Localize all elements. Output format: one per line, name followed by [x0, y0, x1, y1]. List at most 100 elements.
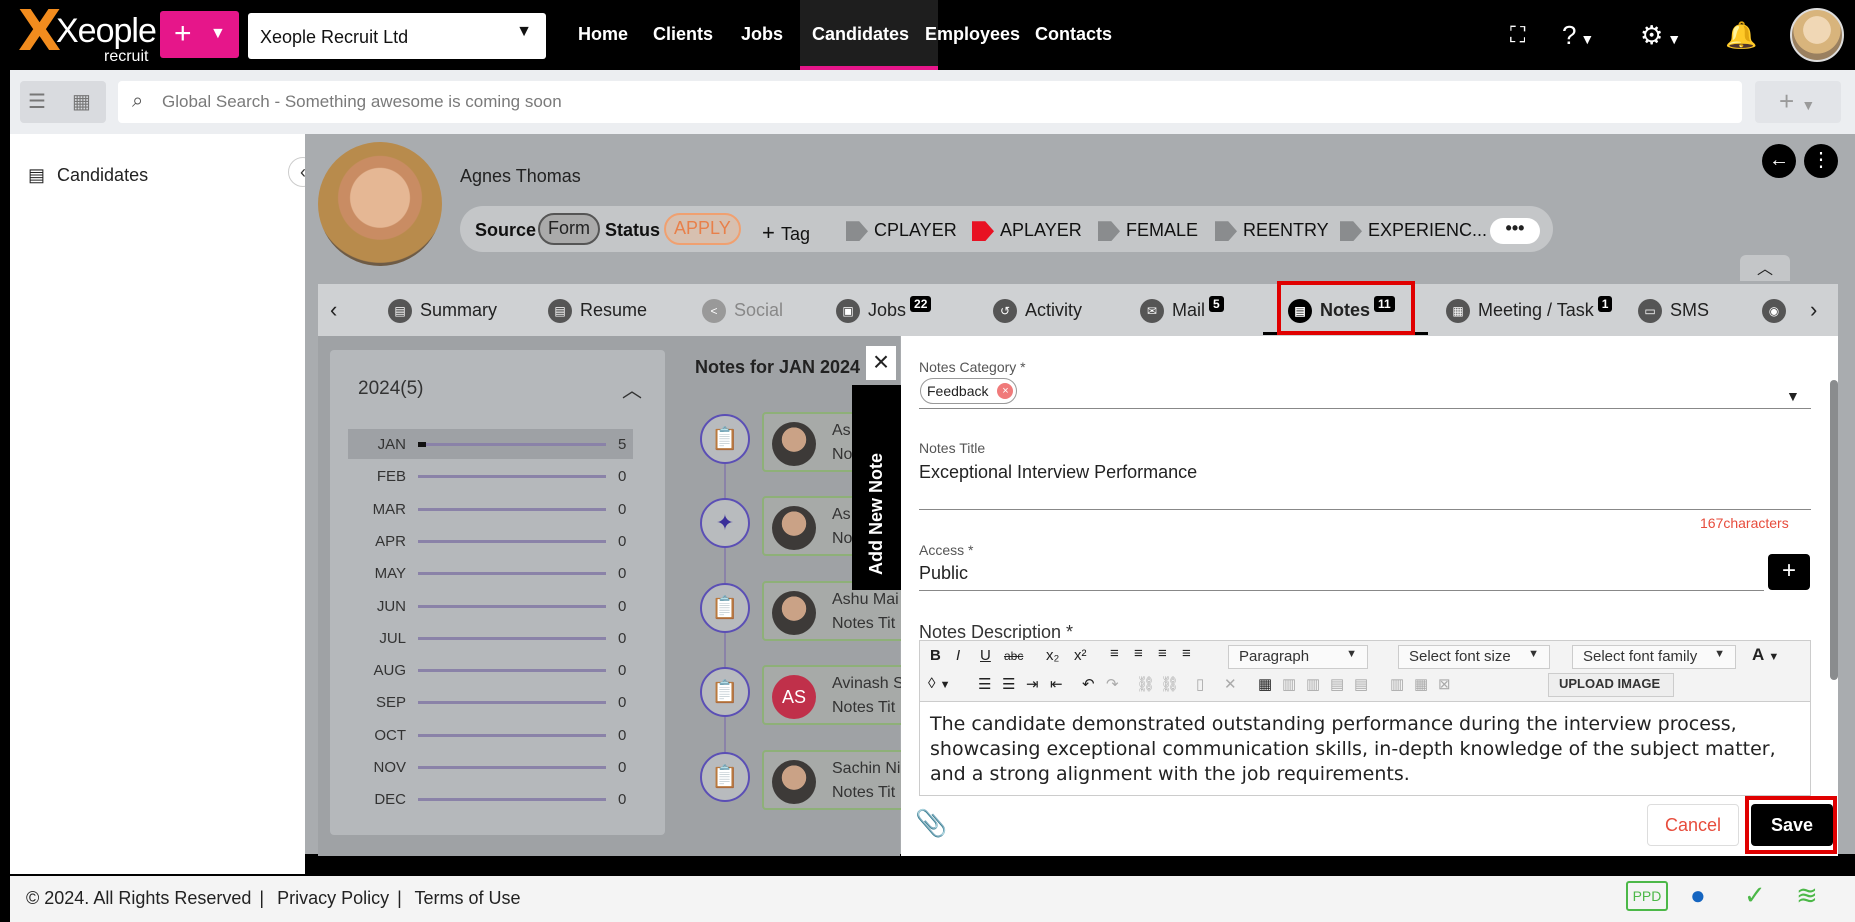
title-input[interactable]: Exceptional Interview Performance: [919, 462, 1197, 483]
list-view-icon[interactable]: ☰: [28, 89, 46, 114]
chevron-up-icon[interactable]: ︿: [622, 374, 642, 403]
month-row-dec[interactable]: DEC 0: [348, 787, 633, 811]
tab-mail[interactable]: ✉ Mail 5: [1140, 296, 1224, 324]
status-badge[interactable]: APPLY: [664, 213, 741, 245]
align-right-icon[interactable]: ≡: [1158, 645, 1167, 662]
xeople-logo[interactable]: X Xeople recruit: [18, 4, 157, 66]
table-icon[interactable]: ▦: [1258, 675, 1272, 693]
unlink-icon[interactable]: ⛓: [1160, 675, 1179, 693]
nav-jobs[interactable]: Jobs: [741, 0, 783, 70]
attachment-paperclip-icon[interactable]: 📎: [915, 808, 947, 839]
table-props-icon[interactable]: ▦: [1414, 675, 1428, 693]
indent-icon[interactable]: ⇥: [1026, 675, 1039, 693]
month-row-may[interactable]: MAY 0: [348, 561, 633, 585]
cancel-button[interactable]: Cancel: [1647, 804, 1739, 846]
link-icon[interactable]: ⛓: [1136, 675, 1155, 693]
align-center-icon[interactable]: ≡: [1134, 645, 1143, 662]
settings-gear-icon[interactable]: ⚙ ▼: [1640, 20, 1681, 50]
table-merge-icon[interactable]: ▤: [1330, 675, 1344, 693]
help-icon[interactable]: ? ▼: [1562, 20, 1594, 50]
month-row-mar[interactable]: MAR 0: [348, 497, 633, 521]
nav-candidates[interactable]: Candidates: [800, 0, 938, 70]
close-drawer-icon[interactable]: ×: [866, 346, 896, 380]
table-split-icon[interactable]: ▤: [1354, 675, 1368, 693]
subscript-icon[interactable]: x₂: [1046, 647, 1059, 664]
superscript-icon[interactable]: x²: [1074, 647, 1087, 664]
month-row-sep[interactable]: SEP 0: [348, 690, 633, 714]
tag-female[interactable]: FEMALE: [1098, 220, 1198, 242]
add-tag-button[interactable]: + Tag: [762, 220, 810, 246]
privacy-policy-link[interactable]: Privacy Policy: [277, 888, 389, 908]
tag-cplayer[interactable]: CPLAYER: [846, 220, 957, 242]
user-avatar[interactable]: [1790, 8, 1844, 62]
tag-experience[interactable]: EXPERIENC...: [1340, 220, 1487, 242]
more-options-button[interactable]: ⋮: [1804, 144, 1838, 178]
access-select[interactable]: Public: [919, 563, 968, 584]
redo-icon[interactable]: ↷: [1106, 675, 1119, 693]
tab-jobs[interactable]: ▣ Jobs 22: [836, 296, 932, 324]
user-account-icon[interactable]: ●: [1690, 880, 1706, 911]
month-row-jan[interactable]: JAN 5: [348, 432, 633, 456]
note-card[interactable]: Ashu Mai Notes Tit: [762, 581, 912, 641]
back-arrow-button[interactable]: ←: [1762, 144, 1796, 178]
nav-clients[interactable]: Clients: [653, 0, 721, 70]
align-justify-icon[interactable]: ≡: [1182, 645, 1191, 662]
fullscreen-icon[interactable]: ⛶: [1510, 20, 1525, 50]
outdent-icon[interactable]: ⇤: [1050, 675, 1063, 693]
add-new-note-tab[interactable]: Add New Note: [852, 385, 902, 590]
underline-icon[interactable]: U: [980, 647, 991, 664]
remove-chip-icon[interactable]: ×: [997, 383, 1014, 399]
wifi-icon[interactable]: ≋: [1796, 880, 1818, 911]
check-circle-icon[interactable]: ✓: [1744, 880, 1766, 911]
highlight-color-icon[interactable]: ◊ ▼: [928, 675, 950, 692]
source-value-pill[interactable]: Form: [538, 213, 600, 245]
category-dropdown-icon[interactable]: ▼: [1786, 388, 1800, 404]
drawer-scrollbar[interactable]: [1830, 380, 1838, 680]
table-remove-icon[interactable]: ⊠: [1438, 675, 1451, 693]
month-row-nov[interactable]: NOV 0: [348, 755, 633, 779]
undo-icon[interactable]: ↶: [1082, 675, 1095, 693]
terms-of-use-link[interactable]: Terms of Use: [415, 888, 521, 908]
tabs-scroll-right[interactable]: ›: [1810, 296, 1817, 324]
tab-resume[interactable]: ▤ Resume: [548, 296, 647, 324]
table-delete-icon[interactable]: ▥: [1390, 675, 1404, 693]
nav-contacts[interactable]: Contacts: [1035, 0, 1112, 70]
nav-employees[interactable]: Employees: [925, 0, 1020, 70]
ppd-badge[interactable]: PPD: [1626, 881, 1668, 911]
global-search-input[interactable]: ⌕ Global Search - Something awesome is co…: [118, 81, 1742, 123]
italic-icon[interactable]: I: [956, 647, 960, 664]
note-card[interactable]: AS Avinash S Notes Tit: [762, 665, 912, 725]
month-row-feb[interactable]: FEB 0: [348, 464, 633, 488]
grid-view-icon[interactable]: ▦: [72, 89, 91, 114]
tab-meeting-task[interactable]: ▦ Meeting / Task 1: [1446, 296, 1613, 324]
month-row-jun[interactable]: JUN 0: [348, 594, 633, 618]
year-title[interactable]: 2024(5): [358, 378, 424, 400]
tab-social[interactable]: < Social: [702, 296, 783, 324]
tab-more[interactable]: ◉: [1762, 296, 1794, 324]
note-card[interactable]: Sachin Ni Notes Tit: [762, 750, 912, 810]
view-toggle[interactable]: ☰ ▦: [20, 81, 106, 123]
document-icon[interactable]: ▯: [1196, 675, 1204, 693]
numbered-list-icon[interactable]: ☰: [1002, 675, 1015, 693]
bullet-list-icon[interactable]: ☰: [978, 675, 991, 693]
quick-add-button[interactable]: + ▼: [160, 11, 239, 58]
table-row-icon[interactable]: ▥: [1282, 675, 1296, 693]
tab-sms[interactable]: ▭ SMS: [1638, 296, 1709, 324]
font-family-select[interactable]: Select font family ▼: [1572, 645, 1736, 669]
table-col-icon[interactable]: ▥: [1306, 675, 1320, 693]
text-color-icon[interactable]: A ▼: [1752, 645, 1779, 665]
add-access-button[interactable]: +: [1768, 554, 1810, 590]
month-row-oct[interactable]: OCT 0: [348, 723, 633, 747]
more-tags-button[interactable]: •••: [1490, 218, 1540, 244]
month-row-apr[interactable]: APR 0: [348, 529, 633, 553]
month-row-jul[interactable]: JUL 0: [348, 626, 633, 650]
tag-aplayer[interactable]: APLAYER: [972, 220, 1082, 242]
notification-bell-icon[interactable]: 🔔: [1725, 20, 1757, 50]
company-selector[interactable]: Xeople Recruit Ltd ▼: [248, 13, 546, 59]
add-record-button[interactable]: + ▼: [1755, 81, 1841, 123]
tag-reentry[interactable]: REENTRY: [1215, 220, 1329, 242]
paragraph-select[interactable]: Paragraph ▼: [1228, 645, 1368, 669]
upload-image-button[interactable]: UPLOAD IMAGE: [1548, 673, 1674, 697]
category-chip[interactable]: Feedback ×: [920, 378, 1018, 404]
font-size-select[interactable]: Select font size ▼: [1398, 645, 1550, 669]
